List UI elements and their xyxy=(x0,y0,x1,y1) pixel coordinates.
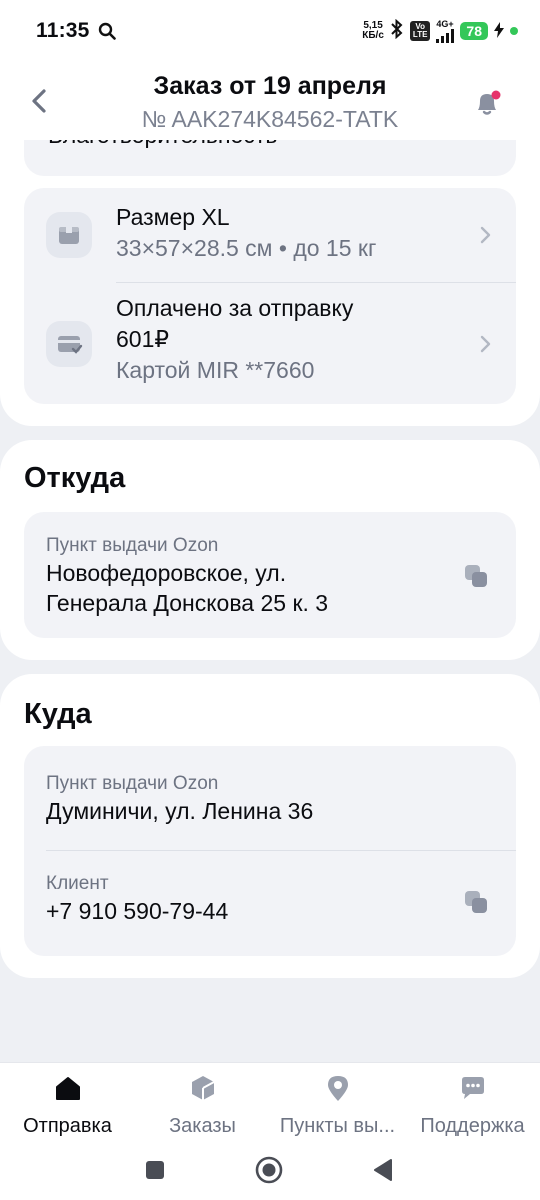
order-number: № AAK274K84562-TATK xyxy=(141,106,399,132)
to-card: Куда Пункт выдачи Ozon Думиничи, ул. Лен… xyxy=(0,674,540,978)
copy-to-button[interactable] xyxy=(462,888,490,916)
payment-method: Картой MIR **7660 xyxy=(116,357,315,383)
nav-label: Поддержка xyxy=(420,1115,525,1137)
battery-icon: 78 xyxy=(460,22,488,40)
search-icon xyxy=(98,22,116,40)
bell-icon xyxy=(478,90,501,115)
to-point-caption: Пункт выдачи Ozon xyxy=(46,773,219,794)
recent-apps-button[interactable] xyxy=(140,1155,170,1185)
network-type: 4G+ xyxy=(436,18,454,29)
status-time: 11:35 xyxy=(36,19,90,42)
payment-row[interactable]: Оплачено за отправку 601₽ Картой MIR **7… xyxy=(24,283,516,404)
status-indicators: 5,15 КБ/с Vo LTE 4G+ 78 xyxy=(362,18,518,44)
to-title: Куда xyxy=(24,698,92,730)
triangle-back-icon xyxy=(374,1159,392,1181)
copy-icon xyxy=(465,565,487,587)
home-system-button[interactable] xyxy=(254,1155,284,1185)
size-title: Размер XL xyxy=(116,204,230,230)
status-bar: 11:35 5,15 КБ/с Vo LTE 4G+ 78 xyxy=(0,0,540,62)
to-point: Пункт выдачи Ozon Думиничи, ул. Ленина 3… xyxy=(46,772,313,826)
order-details-scroll[interactable]: Благотворительность Размер XL 33×57×28.5… xyxy=(0,140,540,1062)
from-address-text: Пункт выдачи Ozon Новофедоровское, ул. Г… xyxy=(46,534,328,618)
size-text: Размер XL 33×57×28.5 см • до 15 кг xyxy=(116,202,376,264)
nav-tab-support[interactable]: Поддержка xyxy=(405,1073,540,1143)
charging-icon xyxy=(494,21,504,41)
package-icon xyxy=(188,1073,218,1103)
notification-dot xyxy=(491,90,501,100)
notifications-button[interactable] xyxy=(470,86,504,120)
volte-badge: Vo LTE xyxy=(409,21,431,41)
from-card: Откуда Пункт выдачи Ozon Новофедоровское… xyxy=(0,440,540,660)
row-divider xyxy=(46,850,516,851)
client-caption: Клиент xyxy=(46,873,109,894)
signal-icon xyxy=(436,28,455,43)
nav-label: Заказы xyxy=(169,1115,236,1137)
back-system-button[interactable] xyxy=(368,1155,398,1185)
circle-icon xyxy=(255,1156,283,1184)
app-header: Заказ от 19 апреля № AAK274K84562-TATK xyxy=(0,62,540,140)
from-address-box[interactable]: Пункт выдачи Ozon Новофедоровское, ул. Г… xyxy=(24,512,516,638)
box-icon xyxy=(46,212,92,258)
copy-from-button[interactable] xyxy=(462,562,490,590)
network-speed: 5,15 КБ/с xyxy=(362,21,384,41)
network-speed-unit: КБ/с xyxy=(362,30,384,41)
to-info-box[interactable]: Пункт выдачи Ozon Думиничи, ул. Ленина 3… xyxy=(24,746,516,956)
nav-tab-pickup-points[interactable]: Пункты вы... xyxy=(270,1073,405,1143)
payment-text: Оплачено за отправку 601₽ Картой MIR **7… xyxy=(116,293,353,386)
client-phone: +7 910 590-79-44 xyxy=(46,898,229,924)
from-address-line1: Новофедоровское, ул. xyxy=(46,560,287,586)
chevron-right-icon xyxy=(476,335,494,353)
payment-title: Оплачено за отправку xyxy=(116,295,354,321)
location-pin-icon xyxy=(323,1073,353,1103)
from-address-line2: Генерала Донскова 25 к. 3 xyxy=(46,590,329,616)
bluetooth-icon xyxy=(390,18,404,44)
from-title: Откуда xyxy=(24,462,126,494)
chevron-right-icon xyxy=(476,226,494,244)
bottom-navigation: Отправка Заказы Пункты вы... Поддержка xyxy=(0,1062,540,1200)
size-details: 33×57×28.5 см • до 15 кг xyxy=(116,235,377,261)
size-row[interactable]: Размер XL 33×57×28.5 см • до 15 кг xyxy=(24,188,516,282)
nav-label: Отправка xyxy=(23,1115,112,1137)
volte-bottom: LTE xyxy=(412,30,428,39)
privacy-dot xyxy=(510,27,518,35)
home-icon xyxy=(53,1073,83,1103)
from-caption: Пункт выдачи Ozon xyxy=(46,535,219,556)
square-icon xyxy=(146,1161,164,1179)
to-client: Клиент +7 910 590-79-44 xyxy=(46,872,228,926)
nav-tab-send[interactable]: Отправка xyxy=(0,1073,135,1143)
nav-label: Пункты вы... xyxy=(279,1115,396,1137)
package-card: Благотворительность Размер XL 33×57×28.5… xyxy=(0,140,540,426)
to-point-address: Думиничи, ул. Ленина 36 xyxy=(46,798,314,824)
charity-row[interactable]: Благотворительность xyxy=(24,140,516,176)
package-info: Размер XL 33×57×28.5 см • до 15 кг Оплач… xyxy=(24,188,516,404)
copy-icon xyxy=(465,891,487,913)
system-navigation xyxy=(0,1151,540,1191)
cell-network: 4G+ xyxy=(436,18,455,43)
card-check-icon xyxy=(46,321,92,367)
chat-icon xyxy=(458,1073,488,1103)
charity-label: Благотворительность xyxy=(48,140,277,149)
payment-amount: 601₽ xyxy=(116,326,170,352)
page-title: Заказ от 19 апреля xyxy=(153,72,387,100)
nav-tab-orders[interactable]: Заказы xyxy=(135,1073,270,1143)
